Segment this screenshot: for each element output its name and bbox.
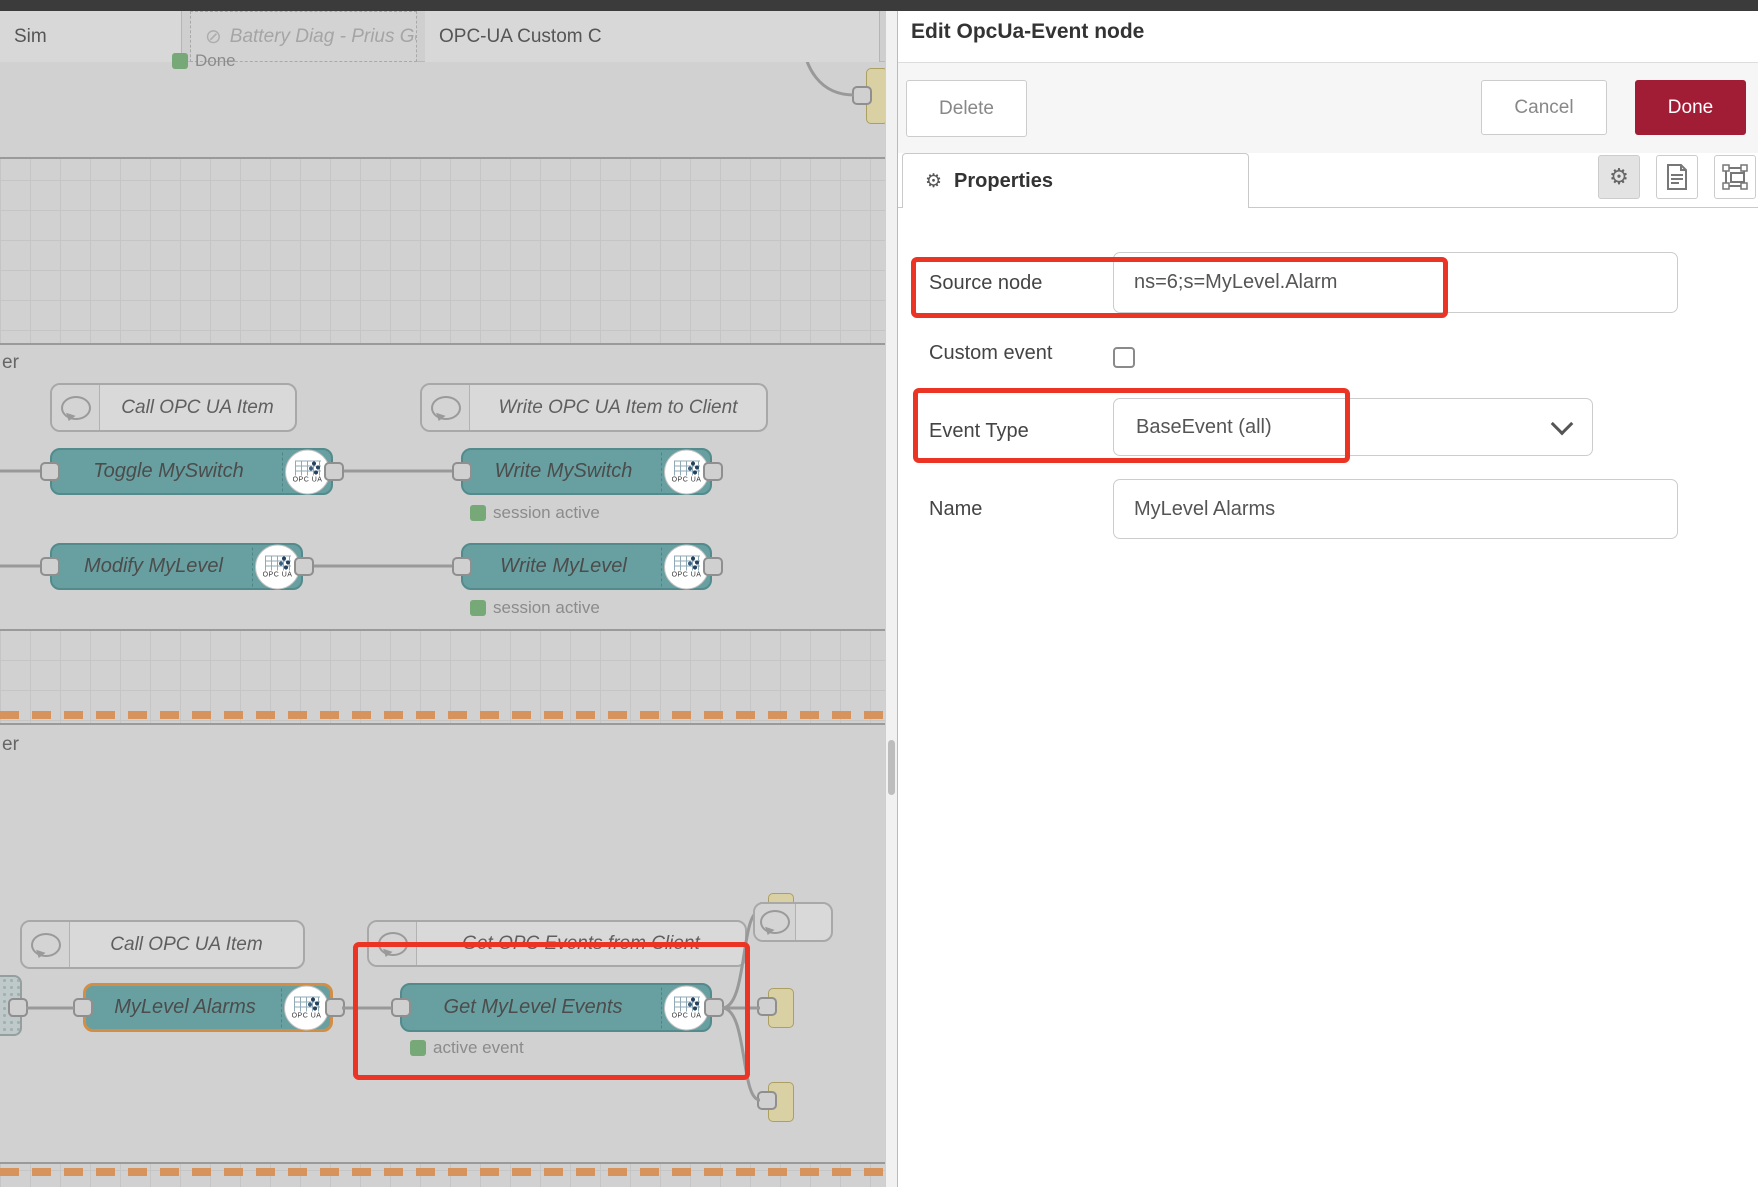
done-button[interactable]: Done [1635,80,1746,135]
gear-icon: ⚙ [1609,164,1629,190]
event-type-value: BaseEvent (all) [1136,416,1272,439]
document-icon [1666,164,1688,190]
tab-label: Properties [954,170,1053,193]
flow-workspace[interactable]: er er Done Call OPC UA Item Write OPC UA… [0,0,885,1187]
delete-button[interactable]: Delete [906,80,1027,137]
browser-top-strip [0,0,1758,11]
tab-label: Sim [14,26,47,48]
comment-node-partial[interactable] [753,902,833,942]
node-status-done: Done [172,51,236,71]
edit-node-panel: Edit OpcUa-Event node Delete Cancel Done… [897,0,1758,1187]
comment-icon-cell [755,904,796,940]
edit-properties-button[interactable]: ⚙ [1598,155,1640,199]
event-type-select[interactable]: BaseEvent (all) [1113,398,1593,456]
status-text: Done [195,51,236,71]
custom-event-label: Custom event [929,342,1052,365]
flow-tab-bar: Sim ⊘ Battery Diag - Prius Gen 4 OPC-UA … [0,11,885,62]
custom-event-checkbox[interactable] [1113,347,1135,368]
status-dot-icon [172,53,188,69]
tab-label: Battery Diag - Prius Gen 4 [230,26,417,48]
cancel-button[interactable]: Cancel [1481,80,1607,135]
flow-tab-opcua-custom[interactable]: OPC-UA Custom C [425,11,880,62]
tab-properties[interactable]: ⚙ Properties [902,153,1249,208]
gear-icon: ⚙ [925,170,942,193]
panel-title: Edit OpcUa-Event node [911,20,1144,44]
name-input[interactable] [1113,479,1678,539]
scrollbar-thumb[interactable] [888,740,895,795]
button-strip [898,63,1758,153]
speech-bubble-icon [760,910,790,934]
source-node-label: Source node [929,272,1042,295]
tab-label: OPC-UA Custom C [439,26,602,48]
source-node-input[interactable] [1113,252,1678,313]
disabled-icon: ⊘ [205,24,222,49]
appearance-icon [1722,164,1748,190]
chevron-down-icon [1551,413,1574,436]
workspace-scrollbar[interactable] [885,0,897,1187]
wire[interactable] [722,1008,760,1100]
edit-description-button[interactable] [1656,155,1698,199]
edit-appearance-button[interactable] [1714,155,1756,199]
wire-layer [0,0,885,1187]
event-type-label: Event Type [929,420,1029,443]
name-label: Name [929,498,982,521]
flow-tab-sim[interactable]: Sim [0,11,182,62]
